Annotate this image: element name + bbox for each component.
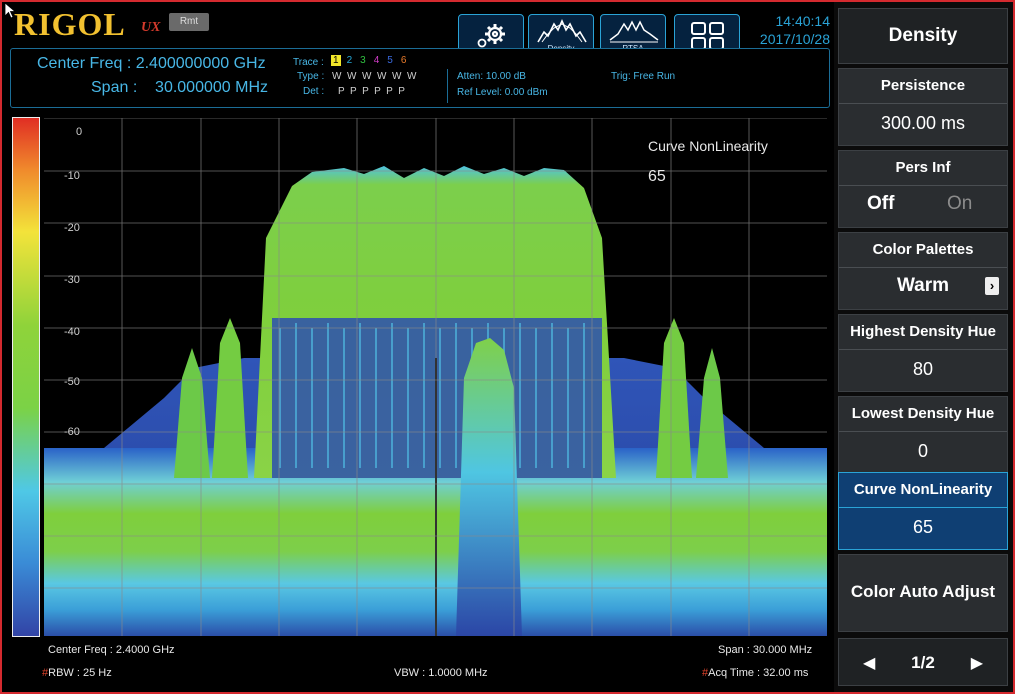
- color-auto-adjust-key[interactable]: Color Auto Adjust: [838, 554, 1008, 632]
- density-wave-icon: [537, 19, 587, 43]
- color-palettes-key[interactable]: Color Palettes Warm ›: [838, 232, 1008, 310]
- lowest-hue-divider: [839, 431, 1007, 432]
- y-tick-50: -50: [64, 376, 80, 388]
- persistence-key[interactable]: Persistence 300.00 ms: [838, 68, 1008, 146]
- menu-title: Density: [888, 25, 958, 46]
- trace-2[interactable]: 2: [347, 55, 353, 66]
- y-tick-30: -30: [64, 274, 80, 286]
- type-label: Type :: [297, 71, 325, 82]
- footer-acq-text: Acq Time : 32.00 ms: [708, 667, 809, 679]
- persistence-value: 300.00 ms: [880, 113, 966, 133]
- remote-indicator: Rmt: [169, 13, 209, 31]
- page-nav: ◀ 1/2 ▶: [838, 638, 1008, 686]
- persistence-label: Persistence: [880, 77, 966, 94]
- analyzer-screen: RIGOL UX Rmt 14:40:14 2017/10/28 Center …: [0, 0, 1015, 694]
- side-lobe-l2: [212, 318, 248, 478]
- plot-annotation-value: 65: [648, 168, 666, 185]
- type-values: W W W W W W: [332, 71, 417, 82]
- det-values: P P P P P P: [338, 86, 405, 97]
- color-auto-adjust-label: Color Auto Adjust: [850, 582, 996, 601]
- y-tick-0: 0: [76, 126, 83, 138]
- header: RIGOL UX Rmt 14:40:14 2017/10/28 Center …: [2, 2, 832, 110]
- persistence-divider: [839, 103, 1007, 104]
- center-lobe: [456, 338, 522, 636]
- lowest-density-hue-key[interactable]: Lowest Density Hue 0: [838, 396, 1008, 474]
- plot-annotation-title: Curve NonLinearity: [648, 138, 768, 154]
- highest-hue-label: Highest Density Hue: [850, 323, 996, 340]
- side-lobe-r1: [656, 318, 692, 478]
- color-palettes-divider: [839, 267, 1007, 268]
- span-readout: Span : 30.000000 MHz: [91, 79, 268, 96]
- footer-acq-time: #Acq Time : 32.00 ms: [702, 667, 808, 679]
- color-palettes-value: Warm: [896, 275, 950, 296]
- atten-readout: Atten: 10.00 dB: [457, 71, 526, 82]
- curve-nonlinearity-label: Curve NonLinearity: [853, 481, 993, 498]
- lowest-hue-label: Lowest Density Hue: [851, 405, 995, 422]
- pers-inf-key[interactable]: Pers Inf Off On: [838, 150, 1008, 228]
- y-tick-20: -20: [64, 222, 80, 234]
- menu-title-box: Density: [838, 8, 1008, 64]
- center-freq-readout: Center Freq : 2.400000000 GHz: [37, 55, 266, 72]
- info-divider: [447, 69, 448, 103]
- pers-inf-off[interactable]: Off: [867, 193, 894, 215]
- chevron-right-icon: ›: [985, 277, 999, 295]
- trace-4[interactable]: 4: [374, 55, 380, 66]
- pers-inf-on[interactable]: On: [947, 193, 972, 215]
- softkey-panel: Density Persistence 300.00 ms Pers Inf O…: [834, 2, 1013, 692]
- footer-vbw: VBW : 1.0000 MHz: [394, 667, 488, 679]
- y-tick-40: -40: [64, 326, 80, 338]
- rigol-logo: RIGOL: [14, 6, 126, 42]
- curve-nonlinearity-key[interactable]: Curve NonLinearity 65: [838, 472, 1008, 550]
- color-palettes-label: Color Palettes: [872, 241, 974, 258]
- trace-label: Trace :: [293, 57, 324, 68]
- y-tick-10: -10: [64, 170, 80, 182]
- spectrum-density-graphic: [44, 118, 827, 636]
- footer-rbw: #RBW : 25 Hz: [42, 667, 112, 679]
- curve-nonlinearity-divider: [839, 507, 1007, 508]
- pers-inf-label: Pers Inf: [895, 159, 951, 176]
- y-tick-60: -60: [64, 426, 80, 438]
- ref-level-readout: Ref Level: 0.00 dBm: [457, 87, 548, 98]
- trigger-readout: Trig: Free Run: [611, 71, 676, 82]
- page-next-icon[interactable]: ▶: [971, 653, 983, 673]
- measurement-info-bar: Center Freq : 2.400000000 GHz Span : 30.…: [10, 48, 830, 108]
- clock-date: 2017/10/28: [759, 31, 830, 47]
- footer-span: Span : 30.000 MHz: [718, 644, 813, 656]
- highest-density-hue-key[interactable]: Highest Density Hue 80: [838, 314, 1008, 392]
- ux-logo-suffix: UX: [141, 20, 161, 35]
- highest-hue-divider: [839, 349, 1007, 350]
- rtsa-spectrum-icon: [609, 20, 659, 43]
- density-spectrum-plot[interactable]: 0 -10 -20 -30 -40 -50 -60 Curve NonLinea…: [44, 118, 827, 636]
- trace-5[interactable]: 5: [387, 55, 393, 66]
- lowest-hue-value: 0: [917, 441, 928, 461]
- footer-rbw-text: RBW : 25 Hz: [48, 667, 112, 679]
- density-color-scale: [12, 117, 40, 637]
- clock-time: 14:40:14: [775, 13, 831, 29]
- det-label: Det :: [303, 86, 325, 97]
- trace-6[interactable]: 6: [401, 55, 407, 66]
- trace-1[interactable]: 1: [331, 55, 341, 66]
- footer-center-freq: Center Freq : 2.4000 GHz: [48, 644, 175, 656]
- curve-nonlinearity-value: 65: [912, 517, 934, 537]
- pers-inf-divider: [839, 185, 1007, 186]
- trace-3[interactable]: 3: [360, 55, 366, 66]
- highest-hue-value: 80: [912, 359, 934, 379]
- trace-numbers: 123456: [331, 55, 406, 66]
